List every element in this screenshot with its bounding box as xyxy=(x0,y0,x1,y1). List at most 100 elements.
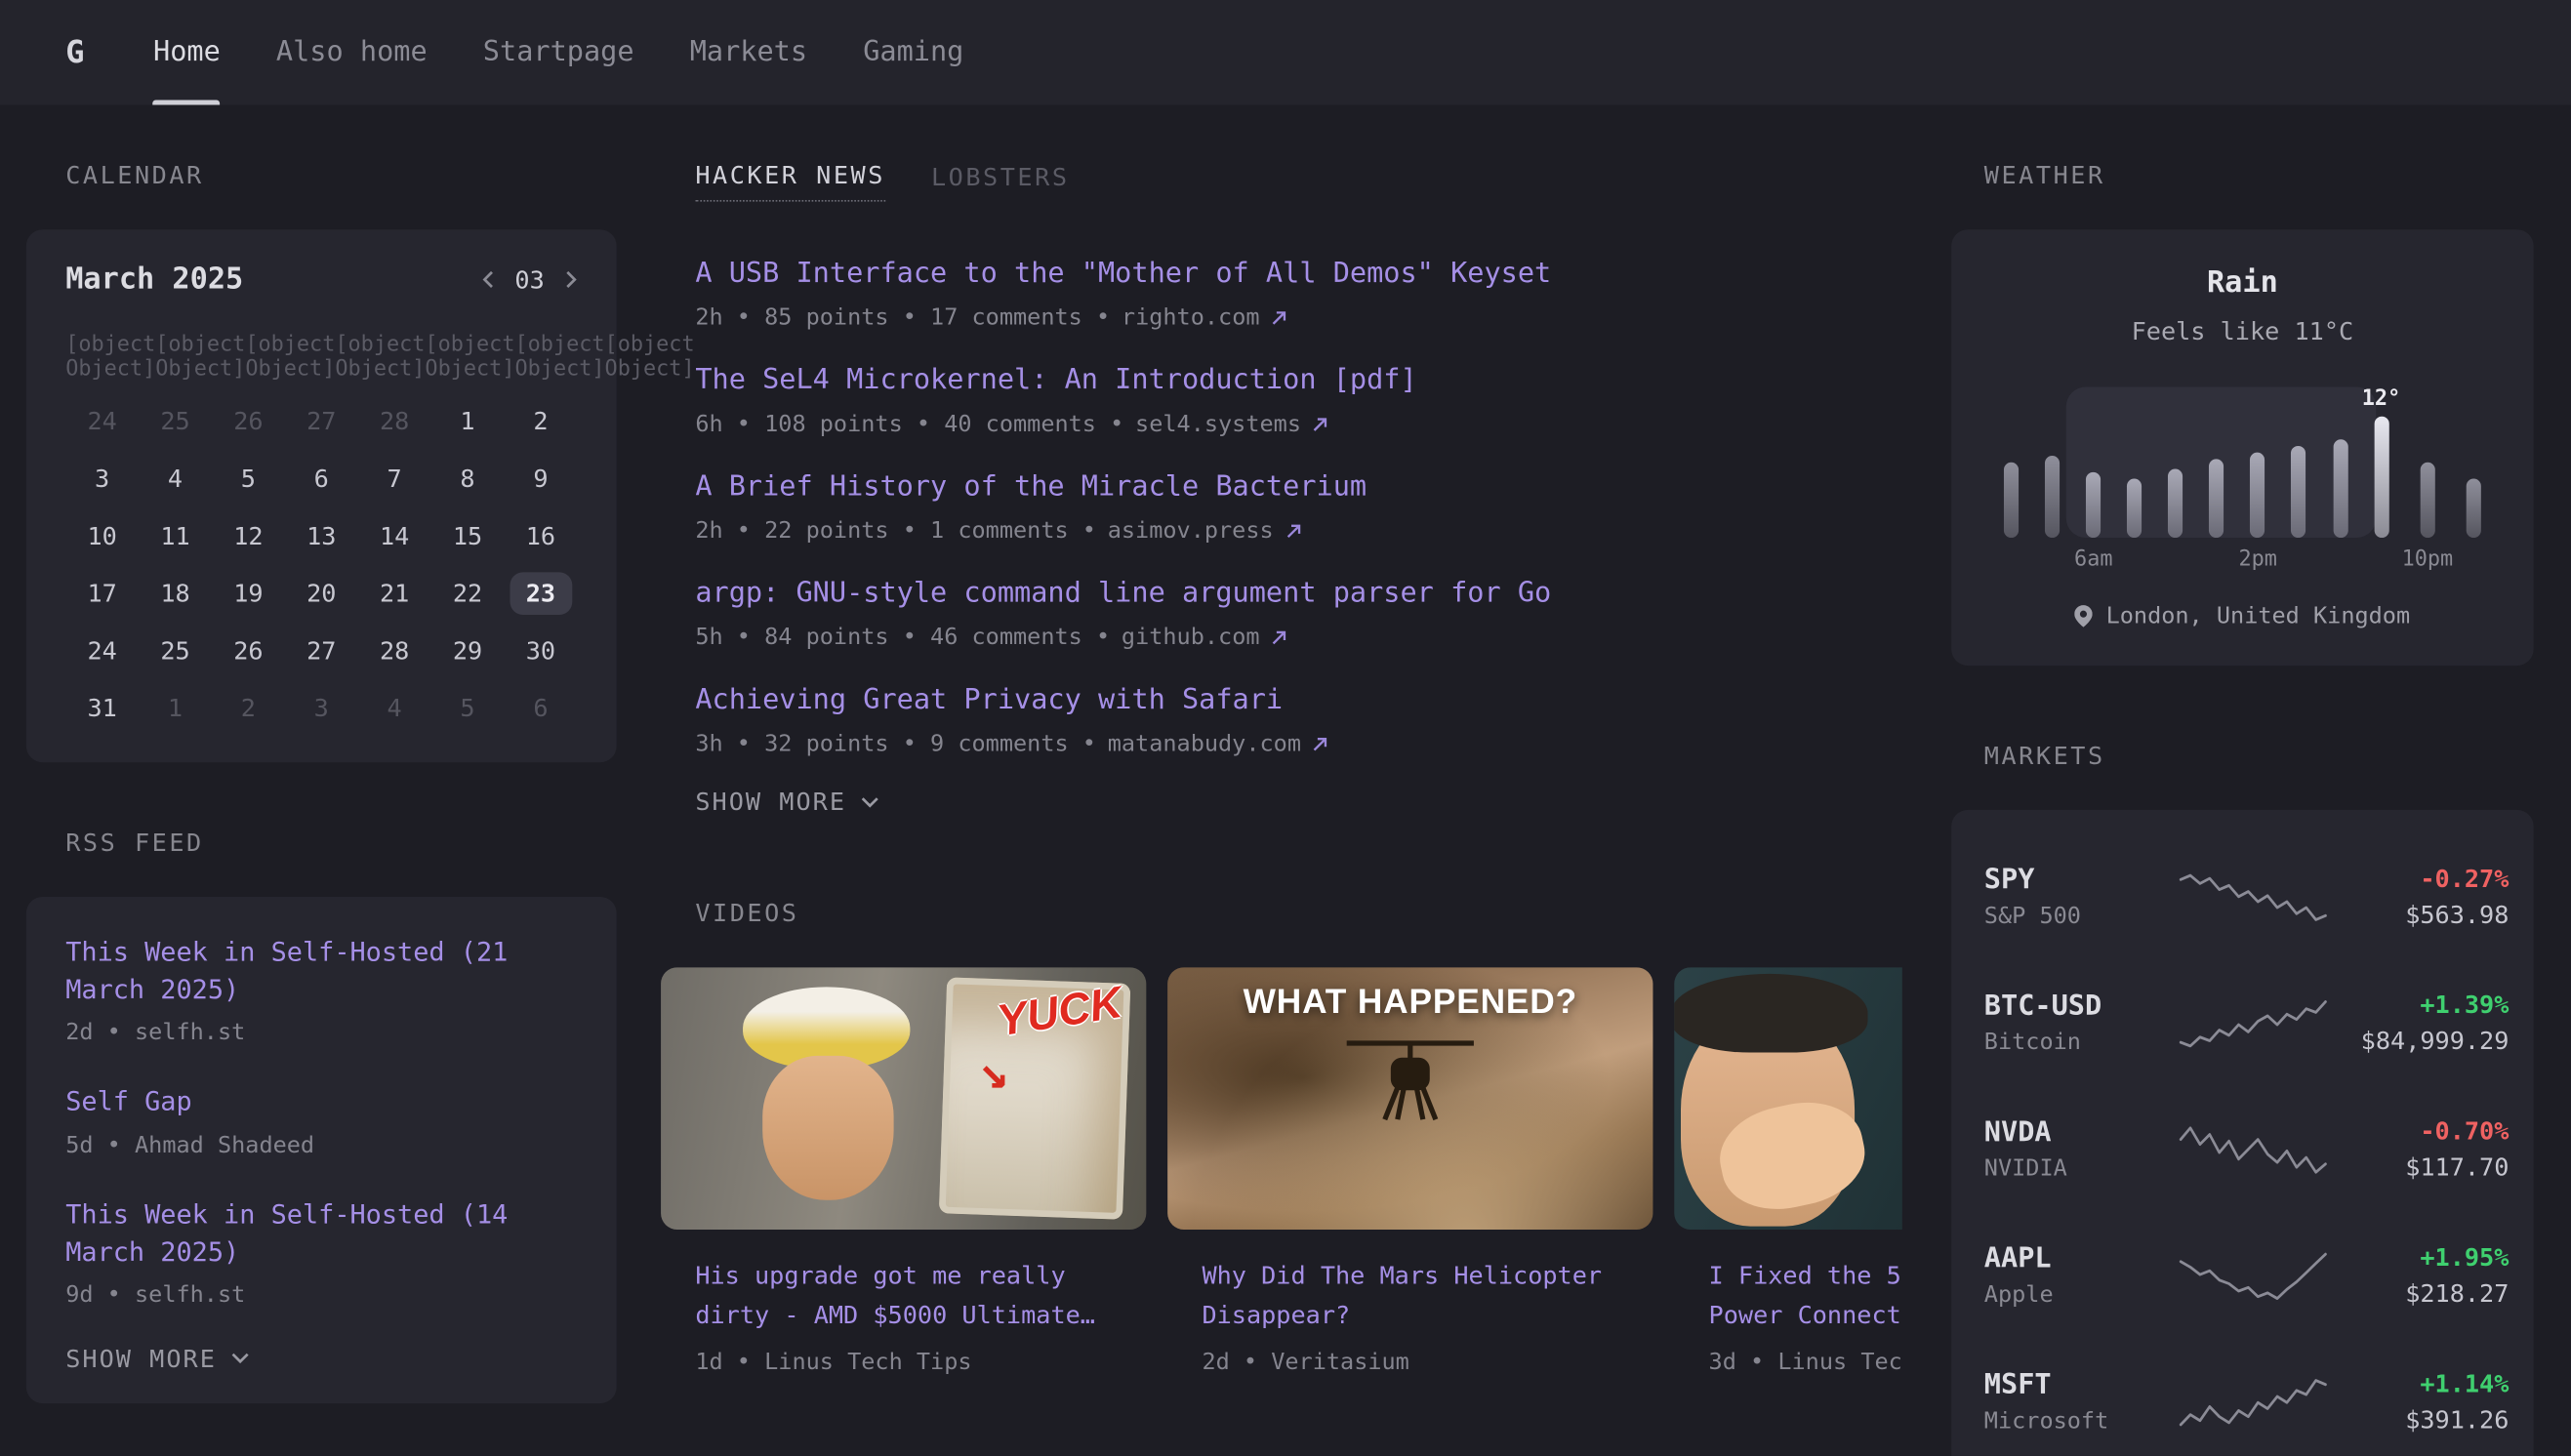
calendar-day[interactable]: 12 xyxy=(212,506,285,564)
calendar-day[interactable]: 23 xyxy=(504,564,577,622)
rss-item-link[interactable]: This Week in Self-Hosted (14 March 2025) xyxy=(65,1194,577,1271)
news-item-link[interactable]: Achieving Great Privacy with Safari xyxy=(695,680,1901,719)
calendar-day-number: 22 xyxy=(453,578,482,607)
news-item: A Brief History of the Miracle Bacterium… xyxy=(695,467,1901,545)
market-change: -0.70% xyxy=(2329,1115,2510,1145)
news-item-link[interactable]: A Brief History of the Miracle Bacterium xyxy=(695,467,1901,506)
calendar-day[interactable]: 4 xyxy=(358,679,431,737)
calendar-month-number: 03 xyxy=(514,264,544,294)
news-item-domain[interactable]: github.com xyxy=(1122,625,1260,651)
rss-item-meta: 5d • Ahmad Shadeed xyxy=(65,1132,577,1158)
calendar-day[interactable]: 8 xyxy=(431,449,505,506)
video-thumbnail[interactable]: YUCK xyxy=(661,967,1146,1230)
news-item-domain[interactable]: matanabudy.com xyxy=(1108,731,1301,757)
calendar-day[interactable]: 11 xyxy=(139,506,212,564)
calendar-prev-icon[interactable] xyxy=(482,270,494,288)
calendar-day[interactable]: 25 xyxy=(139,392,212,450)
market-row[interactable]: MSFT Microsoft +1.14% $391.26 xyxy=(1984,1338,2501,1456)
calendar-day[interactable]: 7 xyxy=(358,449,431,506)
news-tab[interactable]: LOBSTERS xyxy=(931,162,1070,201)
nav-tab[interactable]: Also home xyxy=(276,0,428,105)
calendar-day[interactable]: 15 xyxy=(431,506,505,564)
calendar-day[interactable]: 28 xyxy=(358,622,431,679)
nav-tab[interactable]: Startpage xyxy=(483,0,634,105)
rss-widget: RSS FEED This Week in Self-Hosted (21 Ma… xyxy=(26,828,617,1403)
nav-tab[interactable]: Gaming xyxy=(863,0,963,105)
nav-tab[interactable]: Markets xyxy=(690,0,807,105)
calendar-day-number: 4 xyxy=(388,693,402,722)
weather-hour-column xyxy=(2032,386,2073,577)
calendar-day[interactable]: 26 xyxy=(212,622,285,679)
calendar-day[interactable]: 17 xyxy=(65,564,139,622)
rss-item-link[interactable]: This Week in Self-Hosted (21 March 2025) xyxy=(65,933,577,1009)
news-item-domain[interactable]: righto.com xyxy=(1122,304,1260,331)
market-identity: NVDA NVIDIA xyxy=(1984,1115,2178,1181)
calendar-day[interactable]: 27 xyxy=(285,392,358,450)
calendar-day-number: 26 xyxy=(233,635,263,665)
calendar-day[interactable]: 14 xyxy=(358,506,431,564)
calendar-day[interactable]: 26 xyxy=(212,392,285,450)
calendar-day[interactable]: 5 xyxy=(212,449,285,506)
calendar-day[interactable]: 2 xyxy=(504,392,577,450)
calendar-day[interactable]: 9 xyxy=(504,449,577,506)
nav-tab[interactable]: Home xyxy=(153,0,221,105)
calendar-day[interactable]: 6 xyxy=(285,449,358,506)
news-tab[interactable]: HACKER NEWS xyxy=(695,161,885,202)
app-logo[interactable]: G xyxy=(65,34,84,70)
calendar-day-number: 11 xyxy=(160,520,189,549)
calendar-day[interactable]: 1 xyxy=(139,679,212,737)
news-item-link[interactable]: A USB Interface to the "Mother of All De… xyxy=(695,254,1901,293)
video-thumbnail[interactable]: DO T T xyxy=(1674,967,1902,1230)
calendar-day[interactable]: 21 xyxy=(358,564,431,622)
calendar-day-number: 28 xyxy=(380,406,409,435)
news-item-domain[interactable]: asimov.press xyxy=(1108,518,1274,545)
market-row[interactable]: BTC-USD Bitcoin +1.39% $84,999.29 xyxy=(1984,959,2501,1085)
calendar-day[interactable]: 25 xyxy=(139,622,212,679)
calendar-day[interactable]: 24 xyxy=(65,392,139,450)
calendar-next-icon[interactable] xyxy=(566,270,578,288)
calendar-day[interactable]: 29 xyxy=(431,622,505,679)
calendar-day[interactable]: 27 xyxy=(285,622,358,679)
market-row[interactable]: SPY S&P 500 -0.27% $563.98 xyxy=(1984,832,2501,958)
news-show-more-button[interactable]: SHOW MORE xyxy=(695,787,878,816)
video-thumbnail[interactable]: WHAT HAPPENED? xyxy=(1167,967,1653,1230)
calendar-day[interactable]: 31 xyxy=(65,679,139,737)
calendar-day[interactable]: 18 xyxy=(139,564,212,622)
calendar-day[interactable]: 30 xyxy=(504,622,577,679)
calendar-day[interactable]: 4 xyxy=(139,449,212,506)
calendar-day[interactable]: 20 xyxy=(285,564,358,622)
news-item-link[interactable]: argp: GNU-style command line argument pa… xyxy=(695,574,1901,613)
video-title-link[interactable]: I Fixed the 5090's Melting Power Connect… xyxy=(1709,1256,1902,1335)
calendar-day[interactable]: 24 xyxy=(65,622,139,679)
video-title-link[interactable]: Why Did The Mars Helicopter Disappear? xyxy=(1202,1256,1653,1335)
calendar-weekday-label: [object Object] xyxy=(155,333,245,382)
market-price: $84,999.29 xyxy=(2329,1026,2510,1055)
market-symbol[interactable]: SPY xyxy=(1984,864,2178,897)
weather-bar xyxy=(2168,468,2183,538)
calendar-day-number: 17 xyxy=(87,578,116,607)
market-row[interactable]: AAPL Apple +1.95% $218.27 xyxy=(1984,1212,2501,1338)
video-title-link[interactable]: His upgrade got me really dirty - AMD $5… xyxy=(695,1256,1146,1335)
news-item-stats: 6h • 108 points • 40 comments • xyxy=(695,412,1123,438)
calendar-day[interactable]: 1 xyxy=(431,392,505,450)
news-item-link[interactable]: The SeL4 Microkernel: An Introduction [p… xyxy=(695,361,1901,400)
market-row[interactable]: NVDA NVIDIA -0.70% $117.70 xyxy=(1984,1085,2501,1211)
market-symbol[interactable]: MSFT xyxy=(1984,1368,2178,1401)
calendar-day[interactable]: 22 xyxy=(431,564,505,622)
calendar-day[interactable]: 16 xyxy=(504,506,577,564)
calendar-day[interactable]: 3 xyxy=(65,449,139,506)
market-symbol[interactable]: AAPL xyxy=(1984,1242,2178,1275)
calendar-day[interactable]: 2 xyxy=(212,679,285,737)
market-symbol[interactable]: NVDA xyxy=(1984,1115,2178,1149)
calendar-day[interactable]: 19 xyxy=(212,564,285,622)
news-item-domain[interactable]: sel4.systems xyxy=(1135,412,1301,438)
calendar-day[interactable]: 13 xyxy=(285,506,358,564)
rss-item-link[interactable]: Self Gap xyxy=(65,1082,577,1120)
rss-show-more-button[interactable]: SHOW MORE xyxy=(65,1344,249,1373)
market-symbol[interactable]: BTC-USD xyxy=(1984,990,2178,1023)
calendar-day[interactable]: 6 xyxy=(504,679,577,737)
calendar-day[interactable]: 5 xyxy=(431,679,505,737)
calendar-day[interactable]: 28 xyxy=(358,392,431,450)
calendar-day[interactable]: 10 xyxy=(65,506,139,564)
calendar-day[interactable]: 3 xyxy=(285,679,358,737)
